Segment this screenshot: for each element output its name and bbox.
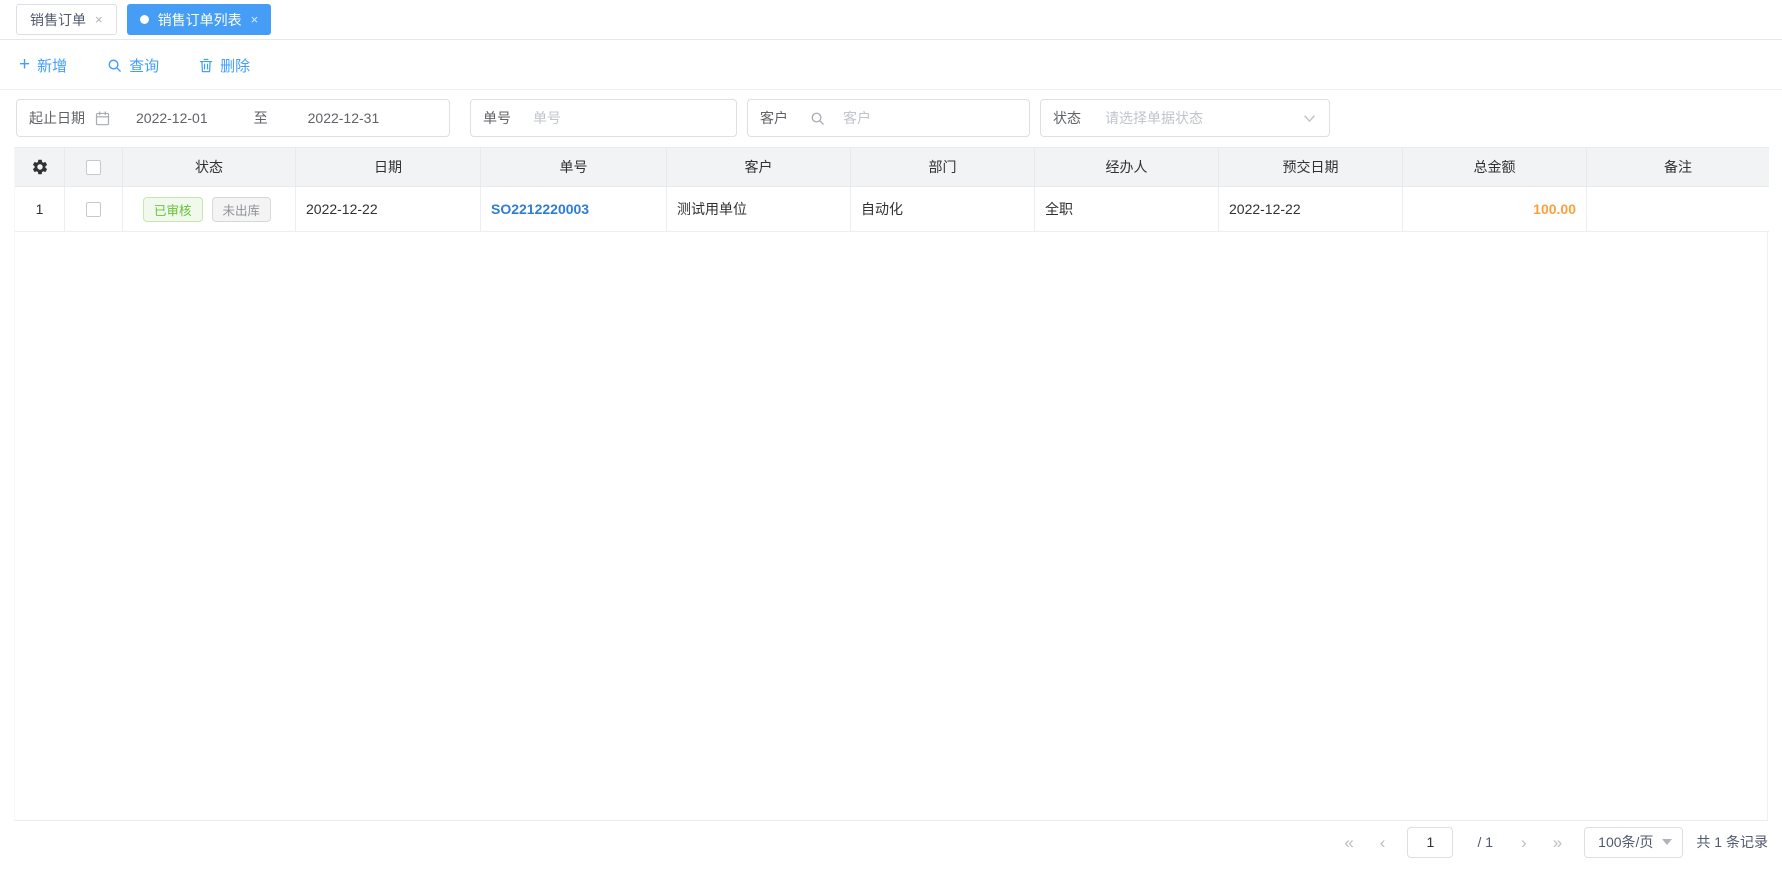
customer-input[interactable]	[843, 110, 1017, 126]
date-range-separator: 至	[253, 110, 268, 126]
delivery-date-cell: 2022-12-22	[1219, 187, 1403, 232]
department-cell: 自动化	[851, 187, 1035, 232]
close-icon[interactable]: ×	[251, 13, 259, 26]
gear-icon[interactable]	[31, 158, 49, 176]
delete-button-label: 删除	[220, 57, 251, 75]
last-page-button[interactable]: »	[1549, 834, 1566, 851]
customer-filter: 客户	[747, 99, 1030, 137]
add-button-label: 新增	[37, 57, 68, 75]
date-range-filter[interactable]: 起止日期 2022-12-01 至 2022-12-31	[16, 99, 450, 137]
row-checkbox[interactable]	[86, 201, 101, 217]
row-index: 1	[15, 187, 65, 232]
page-size-select[interactable]: 100条/页	[1584, 826, 1684, 858]
status-cell: 已审核 未出库	[123, 187, 296, 232]
search-icon	[810, 111, 825, 126]
select-all-cell	[65, 147, 123, 187]
status-tag-not-shipped: 未出库	[211, 196, 272, 222]
start-date-value[interactable]: 2022-12-01	[136, 110, 208, 126]
column-header-order-no: 单号	[481, 147, 667, 187]
column-header-delivery-date: 预交日期	[1219, 147, 1403, 187]
first-page-button[interactable]: «	[1340, 834, 1357, 851]
sales-order-list-page: 销售订单 × 销售订单列表 × + 新增 查询 删除 起止日期 2022-12-…	[0, 0, 1782, 870]
toolbar: + 新增 查询 删除	[0, 41, 1782, 90]
tab-sales-order-list[interactable]: 销售订单列表 ×	[126, 4, 272, 35]
close-icon[interactable]: ×	[95, 13, 103, 26]
trash-icon	[199, 58, 213, 73]
total-pages-label: / 1	[1477, 834, 1494, 850]
calendar-icon	[95, 110, 110, 126]
customer-label: 客户	[760, 110, 788, 126]
next-page-button[interactable]: ›	[1517, 834, 1531, 851]
page-number-input[interactable]	[1407, 826, 1454, 858]
date-cell: 2022-12-22	[296, 187, 481, 232]
total-records-label: 共 1 条记录	[1696, 834, 1768, 850]
column-header-status: 状态	[123, 147, 296, 187]
table-row: 1 已审核 未出库 2022-12-22 SO2212220003 测试用单位 …	[15, 187, 1769, 232]
order-no-link[interactable]: SO2212220003	[491, 201, 589, 217]
remark-cell	[1587, 187, 1769, 232]
status-tag-approved: 已审核	[143, 196, 203, 222]
status-placeholder: 请选择单据状态	[1105, 110, 1203, 126]
column-settings-cell	[15, 147, 65, 187]
search-icon	[107, 58, 122, 73]
order-no-label: 单号	[483, 110, 511, 126]
tab-label: 销售订单	[30, 11, 86, 28]
table-header-row: 状态 日期 单号 客户 部门 经办人 预交日期 总金额 备注	[15, 147, 1769, 187]
status-label: 状态	[1053, 110, 1081, 126]
column-header-customer: 客户	[667, 147, 851, 187]
caret-down-icon	[1662, 839, 1673, 845]
plus-icon: +	[19, 53, 31, 75]
delete-button[interactable]: 删除	[199, 55, 250, 76]
order-no-filter: 单号	[470, 99, 737, 137]
status-filter-select[interactable]: 状态 请选择单据状态	[1040, 99, 1330, 137]
total-amount-cell: 100.00	[1403, 187, 1587, 232]
chevron-down-icon	[1302, 111, 1317, 126]
order-no-cell: SO2212220003	[481, 187, 667, 232]
active-tab-dot-icon	[139, 15, 149, 24]
customer-cell: 测试用单位	[667, 187, 851, 232]
column-header-remark: 备注	[1587, 147, 1769, 187]
tab-bar: 销售订单 × 销售订单列表 ×	[0, 0, 1782, 40]
end-date-value[interactable]: 2022-12-31	[308, 110, 380, 126]
select-all-checkbox[interactable]	[86, 159, 101, 175]
column-header-operator: 经办人	[1035, 147, 1219, 187]
prev-page-button[interactable]: ‹	[1376, 834, 1390, 851]
tab-sales-order[interactable]: 销售订单 ×	[16, 4, 117, 35]
column-header-date: 日期	[296, 147, 481, 187]
page-size-value: 100条/页	[1598, 834, 1654, 850]
filter-bar: 起止日期 2022-12-01 至 2022-12-31 单号 客户 状态 请选…	[0, 90, 1782, 146]
operator-cell: 全职	[1035, 187, 1219, 232]
add-button[interactable]: + 新增	[19, 55, 67, 76]
total-amount-value: 100.00	[1533, 201, 1576, 217]
query-button[interactable]: 查询	[107, 55, 159, 76]
query-button-label: 查询	[129, 57, 160, 75]
order-no-input[interactable]	[533, 110, 724, 126]
orders-table: 状态 日期 单号 客户 部门 经办人 预交日期 总金额 备注 1 已审核 未出库…	[14, 147, 1769, 821]
row-checkbox-cell	[65, 187, 123, 232]
column-header-total-amount: 总金额	[1403, 147, 1587, 187]
tab-label: 销售订单列表	[157, 11, 242, 28]
column-header-department: 部门	[851, 147, 1035, 187]
date-range-label: 起止日期	[29, 110, 85, 126]
pagination-bar: « ‹ / 1 › » 100条/页 共 1 条记录	[1340, 822, 1768, 862]
